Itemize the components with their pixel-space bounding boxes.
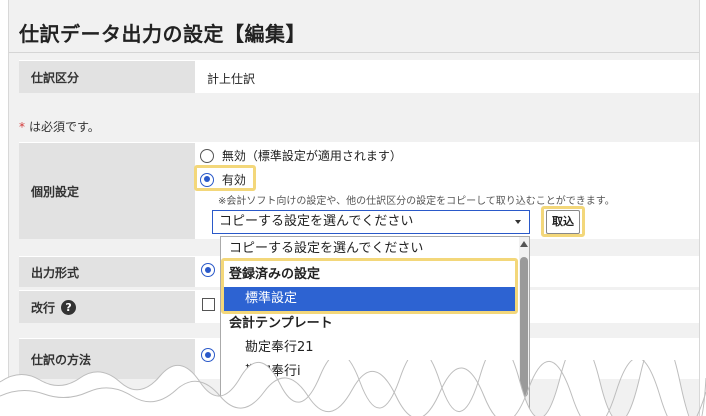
required-note: * は必須です。 <box>19 118 100 135</box>
option-enabled[interactable]: 有効 <box>200 171 246 188</box>
title-divider <box>9 52 699 53</box>
option-disabled-label: 無効（標準設定が適用されます） <box>221 149 402 163</box>
dropdown-option-bugyo21[interactable]: 勘定奉行21 <box>221 336 517 360</box>
journal-type-value-cell: 計上仕訳 <box>195 61 699 93</box>
option-disabled[interactable]: 無効（標準設定が適用されます） <box>200 147 402 164</box>
copy-setting-select-value: コピーする設定を選んでください <box>219 214 414 229</box>
option-enabled-label: 有効 <box>221 173 246 187</box>
highlight-registered-group <box>221 258 518 314</box>
individual-hint: ※会計ソフト向けの設定や、他の仕訳区分の設定をコピーして取り込むことができます。 <box>218 196 615 207</box>
copy-setting-select[interactable]: コピーする設定を選んでください <box>212 210 530 234</box>
output-format-label: 出力形式 <box>19 257 195 287</box>
journal-type-label: 仕訳区分 <box>19 61 195 93</box>
output-format-radio[interactable] <box>201 263 215 277</box>
page-title: 仕訳データ出力の設定【編集】 <box>19 22 306 46</box>
torn-edge-decoration <box>0 360 706 416</box>
line-break-label: 改行 <box>31 300 56 315</box>
dropdown-group-templates: 会計テンプレート <box>229 316 333 331</box>
help-icon[interactable]: ? <box>61 299 77 315</box>
line-break-checkbox[interactable] <box>202 298 215 311</box>
line-break-label-cell: 改行 ? <box>19 291 195 323</box>
import-button[interactable]: 取込 <box>546 210 580 234</box>
chevron-down-icon <box>515 220 521 224</box>
scroll-up-arrow-icon[interactable] <box>520 241 528 247</box>
radio-disabled[interactable] <box>200 148 214 163</box>
required-star: * <box>19 120 25 134</box>
journal-type-value: 計上仕訳 <box>207 72 256 86</box>
required-text: は必須です。 <box>29 120 100 134</box>
journal-type-row: 仕訳区分 計上仕訳 <box>19 60 699 93</box>
individual-setting-label: 個別設定 <box>19 143 195 239</box>
radio-enabled[interactable] <box>200 172 214 187</box>
